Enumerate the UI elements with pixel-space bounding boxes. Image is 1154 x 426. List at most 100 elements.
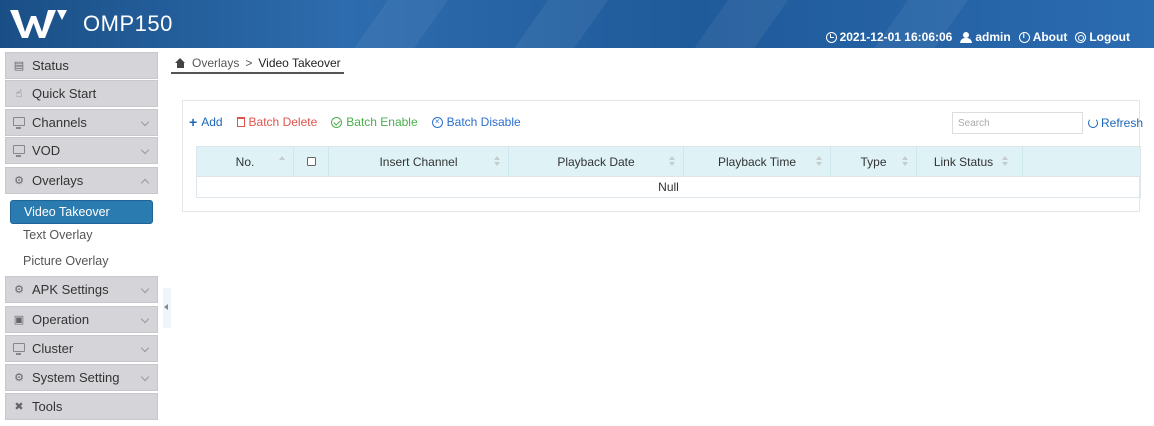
column-label: Type	[860, 154, 887, 169]
gear-icon: ⚙	[14, 371, 24, 384]
sidebar-item-channels[interactable]: Channels	[5, 109, 158, 136]
sidebar-item-vod[interactable]: VOD	[5, 137, 158, 164]
chevron-down-icon	[140, 343, 150, 353]
monitor-icon	[13, 343, 25, 355]
column-header-playback-date[interactable]: Playback Date	[509, 147, 684, 176]
check-circle-icon	[331, 116, 343, 128]
table-header: No. Insert Channel Playback Date Playbac…	[197, 147, 1140, 176]
sidebar-item-label: APK Settings	[32, 282, 109, 297]
breadcrumb-separator: >	[245, 56, 253, 70]
datetime-display: 2021-12-01 16:06:06	[825, 30, 952, 44]
sidebar-subitem-picture-overlay[interactable]: Picture Overlay	[10, 249, 153, 273]
top-header: OMP150 2021-12-01 16:06:06 admin About L…	[0, 0, 1154, 48]
sidebar-item-overlays[interactable]: ⚙ Overlays	[5, 167, 158, 194]
breadcrumb-underline	[171, 72, 344, 74]
breadcrumb-parent[interactable]: Overlays	[192, 56, 239, 70]
batch-disable-button[interactable]: × Batch Disable	[431, 115, 521, 129]
batch-disable-label: Batch Disable	[446, 115, 521, 129]
sidebar-item-label: Status	[32, 58, 69, 73]
sidebar-item-label: System Setting	[32, 370, 120, 385]
tools-icon: ✖	[14, 400, 24, 413]
logout-icon	[1075, 31, 1087, 43]
user-icon	[960, 31, 973, 43]
sidebar-subitem-label: Text Overlay	[23, 228, 93, 242]
app-title: OMP150	[83, 11, 173, 36]
hand-icon: ☝	[15, 87, 23, 100]
info-icon	[1018, 31, 1030, 43]
home-icon[interactable]	[175, 58, 186, 68]
sidebar-item-status[interactable]: ▤ Status	[5, 52, 158, 79]
screen-icon: ▣	[13, 313, 25, 326]
sidebar-item-label: Quick Start	[32, 86, 97, 101]
header-toolbar: 2021-12-01 16:06:06 admin About Logout	[825, 30, 1130, 44]
sort-asc-icon	[279, 156, 285, 167]
sort-icon	[902, 156, 908, 167]
column-header-select-all	[294, 147, 329, 176]
column-header-no[interactable]: No.	[197, 147, 294, 176]
breadcrumb: Overlays > Video Takeover	[175, 54, 341, 72]
logout-link[interactable]: Logout	[1075, 30, 1130, 44]
sidebar-item-label: Channels	[32, 115, 87, 130]
brand-logo	[10, 10, 67, 38]
refresh-icon	[1088, 118, 1098, 128]
column-label: Playback Date	[557, 154, 635, 169]
sidebar-item-label: Cluster	[32, 341, 74, 356]
sidebar-item-cluster[interactable]: Cluster	[5, 335, 158, 362]
column-header-type[interactable]: Type	[831, 147, 917, 176]
batch-delete-button[interactable]: Batch Delete	[236, 115, 318, 129]
batch-enable-label: Batch Enable	[346, 115, 418, 129]
column-label: No.	[235, 154, 255, 169]
logout-label: Logout	[1089, 30, 1130, 44]
select-all-checkbox[interactable]	[306, 157, 316, 166]
sidebar-item-label: Operation	[32, 312, 90, 327]
column-header-link-status[interactable]: Link Status	[917, 147, 1023, 176]
data-table: No. Insert Channel Playback Date Playbac…	[196, 146, 1141, 198]
plus-icon: +	[189, 114, 198, 130]
content-panel: + Add Batch Delete Batch Enable × Batch …	[182, 100, 1143, 212]
sort-icon	[1002, 156, 1008, 167]
sidebar-subitem-video-takeover[interactable]: Video Takeover	[10, 200, 153, 224]
monitor-icon	[13, 145, 25, 157]
gear-icon: ⚙	[14, 283, 24, 296]
sidebar-item-label: Tools	[32, 399, 63, 414]
sidebar-item-apk-settings[interactable]: ⚙ APK Settings	[5, 276, 158, 303]
about-label: About	[1032, 30, 1068, 44]
column-label: Link Status	[933, 154, 994, 169]
empty-text: Null	[658, 180, 679, 194]
trash-icon	[236, 117, 245, 127]
sort-icon	[816, 156, 822, 167]
sidebar-subitem-label: Picture Overlay	[23, 254, 109, 268]
search-input[interactable]	[952, 112, 1083, 134]
column-label: Insert Channel	[379, 154, 458, 169]
gear-icon: ⚙	[14, 174, 24, 187]
column-header-actions	[1023, 147, 1140, 176]
user-menu[interactable]: admin	[960, 30, 1011, 44]
refresh-button[interactable]: Refresh	[1088, 116, 1143, 130]
sidebar-subitem-label: Video Takeover	[24, 205, 110, 219]
batch-enable-button[interactable]: Batch Enable	[331, 115, 418, 129]
add-button[interactable]: + Add	[189, 115, 223, 129]
sidebar-subitem-text-overlay[interactable]: Text Overlay	[10, 223, 153, 247]
sidebar-collapse-handle[interactable]	[163, 288, 171, 328]
batch-delete-label: Batch Delete	[248, 115, 318, 129]
sidebar-item-operation[interactable]: ▣ Operation	[5, 306, 158, 333]
chevron-down-icon	[140, 284, 150, 294]
table-toolbar: + Add Batch Delete Batch Enable × Batch …	[189, 115, 521, 129]
column-label: Playback Time	[717, 154, 797, 169]
sidebar-item-tools[interactable]: ✖ Tools	[5, 393, 158, 420]
sort-icon	[494, 156, 500, 167]
chevron-down-icon	[140, 314, 150, 324]
about-link[interactable]: About	[1018, 30, 1068, 44]
column-header-insert-channel[interactable]: Insert Channel	[329, 147, 509, 176]
x-circle-icon: ×	[431, 116, 443, 128]
sidebar-item-label: Overlays	[32, 173, 84, 188]
chevron-up-icon	[140, 178, 150, 188]
chevron-down-icon	[140, 145, 150, 155]
status-icon: ▤	[13, 59, 25, 72]
breadcrumb-current: Video Takeover	[258, 56, 341, 70]
refresh-label: Refresh	[1101, 116, 1144, 130]
sidebar-item-quick-start[interactable]: ☝ Quick Start	[5, 80, 158, 107]
sidebar: ▤ Status ☝ Quick Start Channels VOD ⚙ Ov…	[0, 48, 162, 426]
sidebar-item-system-setting[interactable]: ⚙ System Setting	[5, 364, 158, 391]
column-header-playback-time[interactable]: Playback Time	[684, 147, 831, 176]
